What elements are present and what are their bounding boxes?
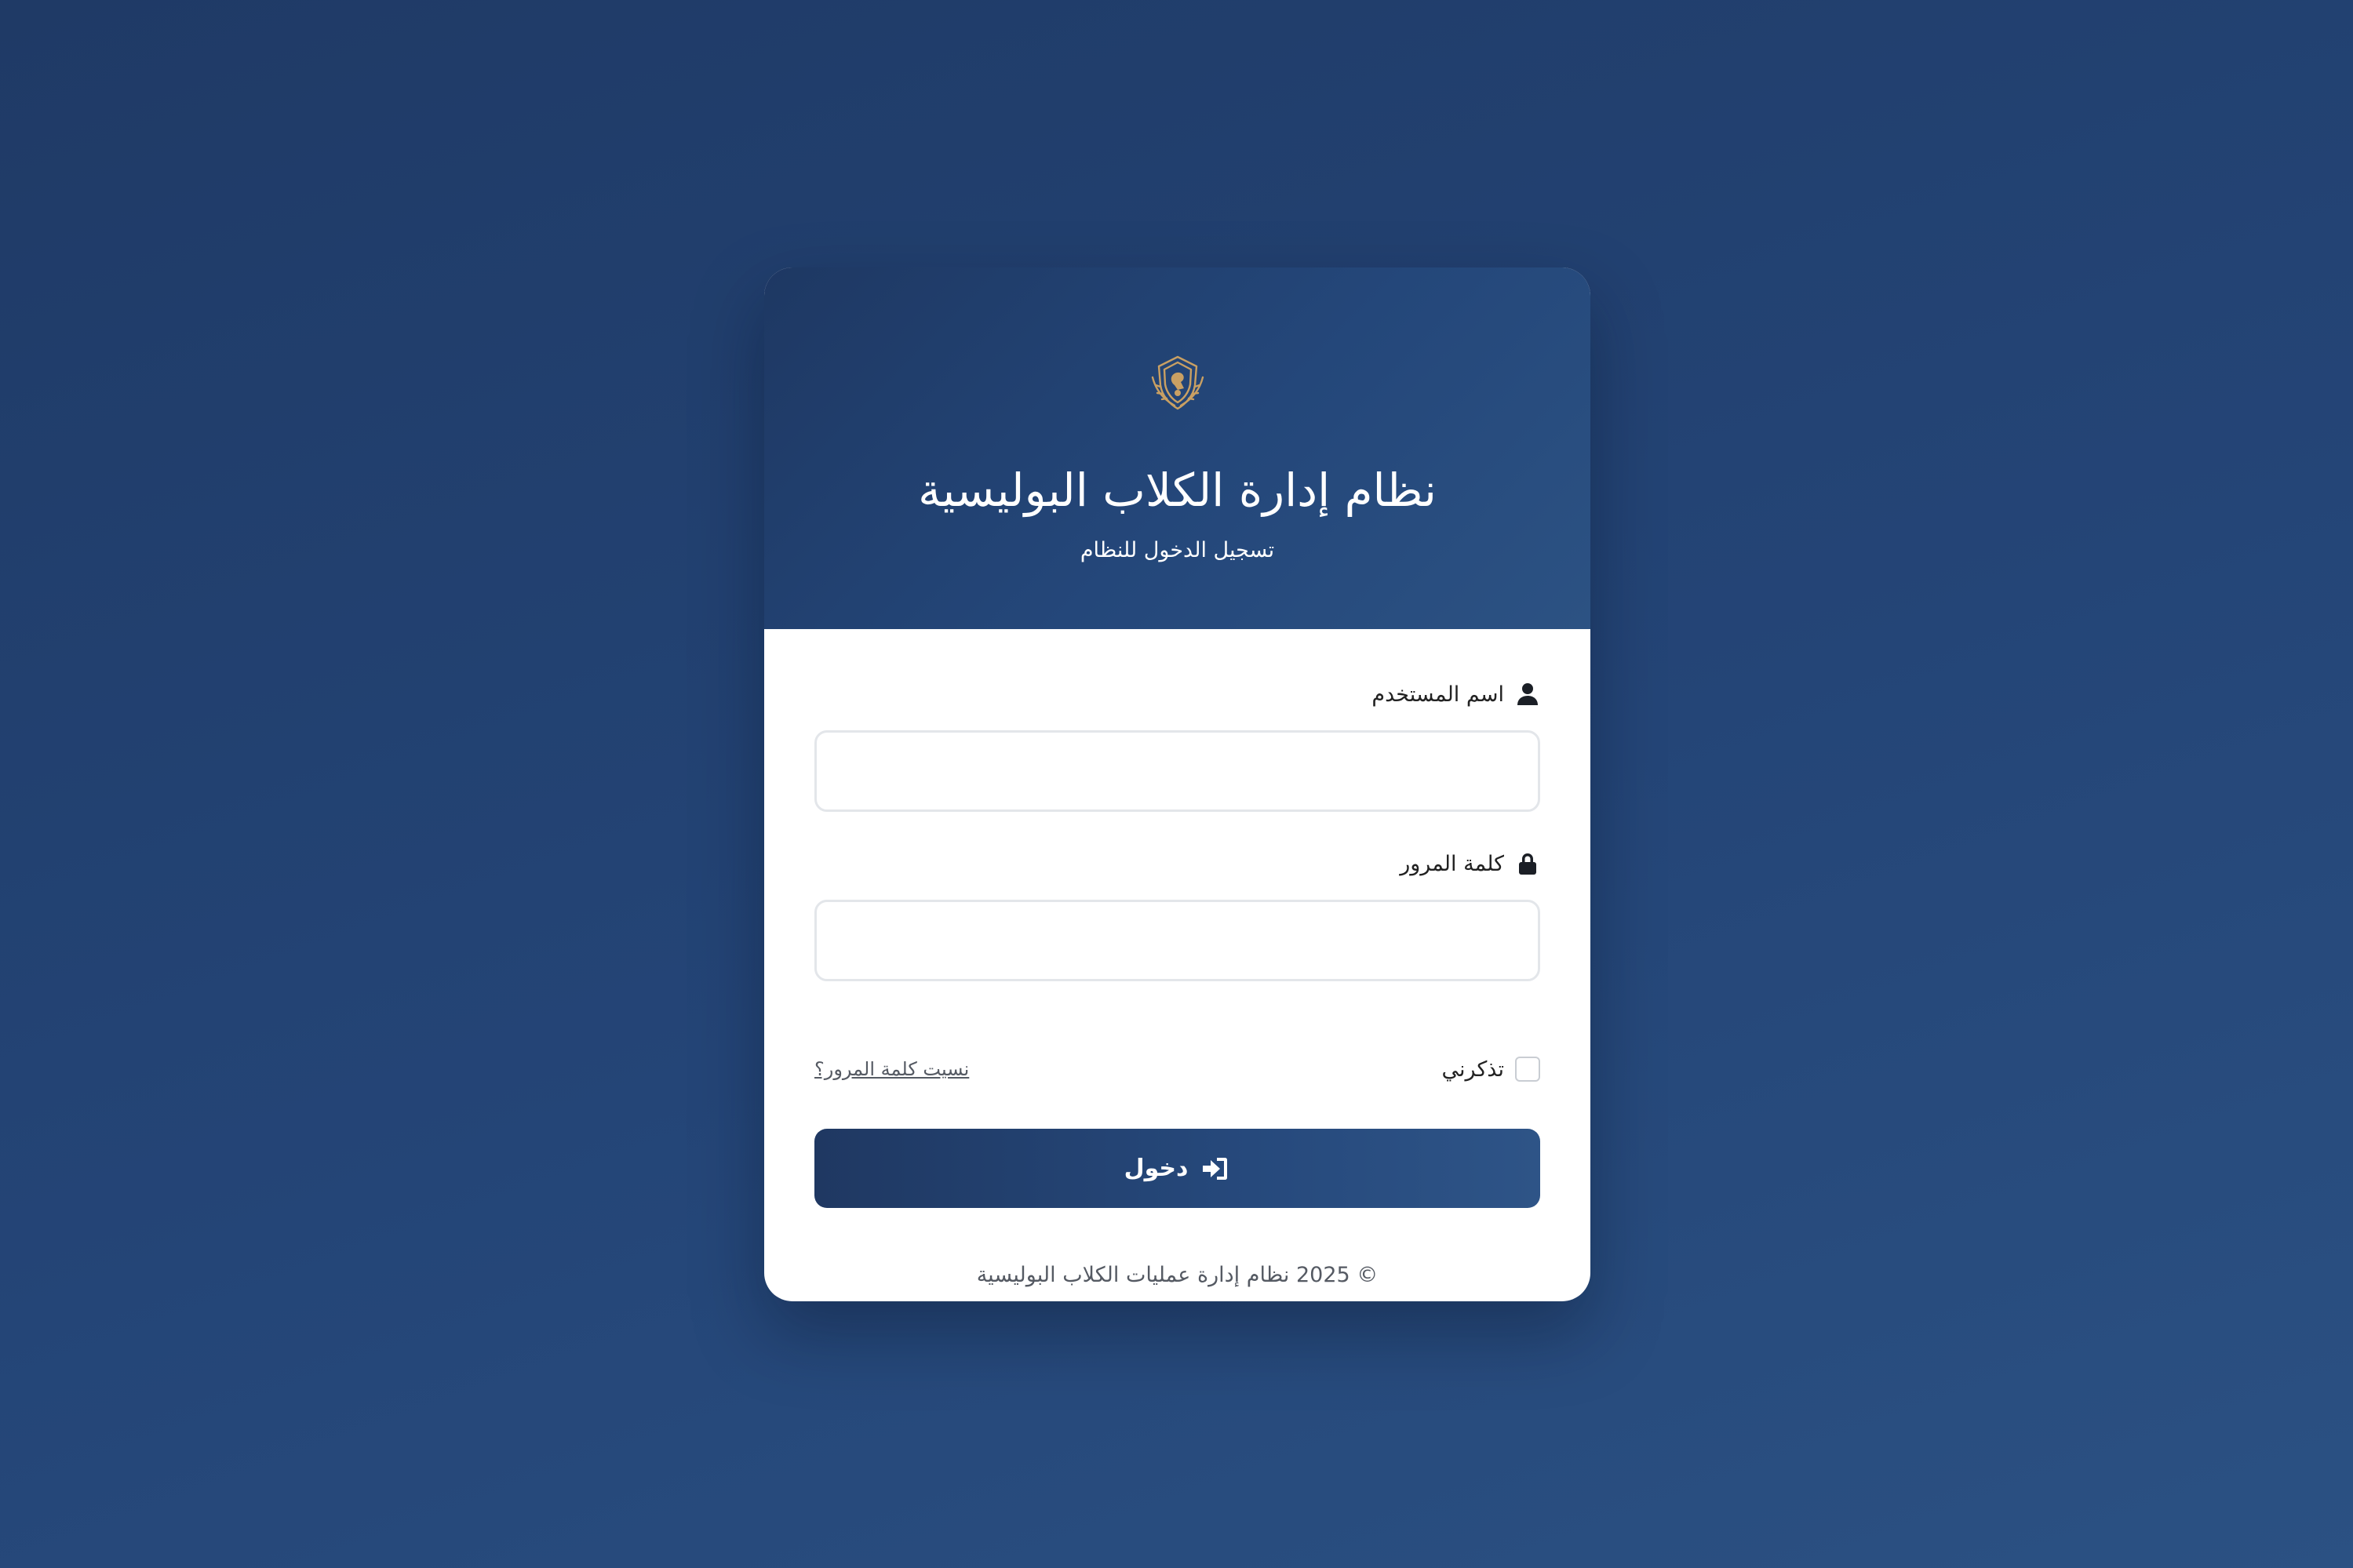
form-options-row: تذكرني نسيت كلمة المرور؟: [814, 1053, 1540, 1085]
password-label: كلمة المرور: [1400, 851, 1540, 876]
password-label-text: كلمة المرور: [1400, 851, 1504, 876]
username-label: اسم المستخدم: [1371, 682, 1540, 707]
footer-copyright: © 2025 نظام إدارة عمليات الكلاب البوليسي…: [976, 1263, 1379, 1287]
login-card-header: نظام إدارة الكلاب البوليسية تسجيل الدخول…: [764, 267, 1590, 629]
forgot-password-link[interactable]: نسيت كلمة المرور؟: [814, 1058, 969, 1080]
login-button-label[interactable]: دخول: [1124, 1155, 1189, 1182]
police-shield-emblem-icon: [1151, 355, 1204, 410]
user-icon: [1517, 683, 1538, 705]
login-button[interactable]: دخول: [814, 1129, 1540, 1208]
username-input[interactable]: [814, 730, 1540, 812]
remember-me-label[interactable]: تذكرني: [1442, 1057, 1504, 1082]
login-card: نظام إدارة الكلاب البوليسية تسجيل الدخول…: [764, 267, 1590, 1301]
sign-in-icon: [1203, 1157, 1228, 1180]
password-input[interactable]: [814, 900, 1540, 981]
lock-icon: [1519, 853, 1536, 875]
username-label-text: اسم المستخدم: [1371, 682, 1504, 707]
page-title: نظام إدارة الكلاب البوليسية: [918, 464, 1437, 517]
remember-me-checkbox[interactable]: [1515, 1057, 1540, 1082]
remember-me[interactable]: تذكرني: [1442, 1057, 1540, 1082]
page-subtitle: تسجيل الدخول للنظام: [1080, 538, 1275, 562]
